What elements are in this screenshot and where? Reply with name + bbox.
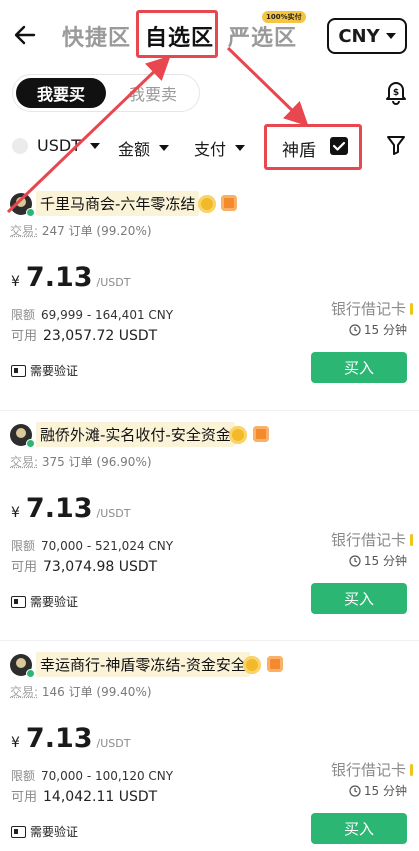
limit-range: 限额 69,999 - 164,401 CNY: [11, 308, 174, 322]
online-status-dot: [26, 669, 35, 678]
limit-range: 限额 70,000 - 521,024 CNY: [11, 539, 174, 553]
available-amount: 可用 73,074.98 USDT: [11, 559, 158, 575]
tab-select-zone[interactable]: 严选区: [228, 20, 297, 52]
back-arrow-icon[interactable]: [12, 22, 38, 48]
merchant-name[interactable]: 千里马商会-六年零冻结: [36, 191, 200, 216]
merchant-list: 千里马商会-六年零冻结 交易: 247 订单 (99.20%) ¥ 7.13 /…: [0, 180, 419, 851]
price: ¥ 7.13 /USDT: [11, 262, 131, 293]
price: ¥ 7.13 /USDT: [11, 723, 131, 754]
trade-stats: 交易: 247 订单 (99.20%): [10, 224, 152, 238]
buy-button[interactable]: 买入: [311, 352, 407, 383]
clock-icon: [349, 784, 361, 797]
merchant-card: 千里马商会-六年零冻结 交易: 247 订单 (99.20%) ¥ 7.13 /…: [0, 180, 419, 410]
checkbox-checked-icon[interactable]: [330, 137, 348, 155]
currency-selector[interactable]: CNY: [327, 18, 407, 54]
buy-toggle[interactable]: 我要买: [16, 78, 106, 108]
sell-toggle[interactable]: 我要卖: [108, 78, 198, 108]
available-amount: 可用 14,042.11 USDT: [11, 789, 158, 805]
chevron-down-icon: [235, 145, 246, 151]
trade-toggle: 我要买 我要卖: [12, 74, 200, 112]
id-card-icon: [11, 825, 26, 838]
coin-filter-label: USDT: [37, 136, 81, 155]
id-card-icon: [11, 595, 26, 608]
coin-icon: [12, 137, 28, 154]
highlight-box-tab: [136, 10, 218, 58]
merchant-orange-icon: [221, 195, 237, 211]
merchant-card: 幸运商行-神盾零冻结-资金安全 交易: 146 订单 (99.40%) ¥ 7.…: [0, 640, 419, 851]
top-bar: 快捷区 自选区 严选区 100%实付 CNY: [0, 0, 419, 72]
tab-badge: 100%实付: [262, 11, 306, 23]
bell-dollar-icon[interactable]: $: [382, 78, 410, 106]
payment-color-bar: [410, 533, 413, 546]
verification-required: 需要验证: [11, 823, 78, 840]
clock-icon: [349, 554, 361, 567]
merchant-orange-icon: [267, 656, 283, 672]
payment-filter-label: 支付: [194, 140, 227, 159]
shield-filter-label[interactable]: 神盾: [282, 136, 316, 161]
price: ¥ 7.13 /USDT: [11, 493, 131, 524]
time-limit: 15 分钟: [349, 552, 407, 569]
chevron-down-icon: [385, 33, 396, 39]
verified-gold-icon: [198, 195, 216, 213]
merchant-name[interactable]: 幸运商行-神盾零冻结-资金安全: [36, 652, 250, 677]
payment-filter[interactable]: 支付: [194, 136, 246, 160]
tab-quick-zone[interactable]: 快捷区: [62, 20, 131, 52]
verified-gold-icon: [243, 656, 261, 674]
currency-label: CNY: [338, 25, 380, 47]
merchant-orange-icon: [253, 426, 269, 442]
coin-filter[interactable]: USDT: [12, 136, 100, 155]
payment-method: 银行借记卡: [331, 298, 413, 319]
time-limit: 15 分钟: [349, 321, 407, 338]
trade-stats: 交易: 375 订单 (96.90%): [10, 455, 152, 469]
svg-text:$: $: [393, 88, 399, 98]
clock-icon: [349, 323, 361, 336]
amount-filter-label: 金额: [118, 140, 151, 159]
id-card-icon: [11, 364, 26, 377]
verification-required: 需要验证: [11, 593, 78, 610]
merchant-card: 融侨外滩-实名收付-安全资金 交易: 375 订单 (96.90%) ¥ 7.1…: [0, 410, 419, 640]
buy-button[interactable]: 买入: [311, 583, 407, 614]
trade-stats: 交易: 146 订单 (99.40%): [10, 685, 152, 699]
limit-range: 限额 70,000 - 100,120 CNY: [11, 769, 174, 783]
amount-filter[interactable]: 金额: [118, 136, 170, 160]
payment-color-bar: [410, 763, 413, 776]
payment-method: 银行借记卡: [331, 529, 413, 550]
chevron-down-icon: [159, 145, 170, 151]
available-amount: 可用 23,057.72 USDT: [11, 328, 158, 344]
payment-color-bar: [410, 302, 413, 315]
merchant-name[interactable]: 融侨外滩-实名收付-安全资金: [36, 422, 235, 447]
chevron-down-icon: [89, 142, 100, 149]
online-status-dot: [26, 439, 35, 448]
payment-method: 银行借记卡: [331, 759, 413, 780]
verification-required: 需要验证: [11, 362, 78, 379]
time-limit: 15 分钟: [349, 782, 407, 799]
buy-button[interactable]: 买入: [311, 813, 407, 844]
online-status-dot: [26, 208, 35, 217]
filter-icon[interactable]: [386, 134, 406, 156]
verified-gold-icon: [229, 426, 247, 444]
